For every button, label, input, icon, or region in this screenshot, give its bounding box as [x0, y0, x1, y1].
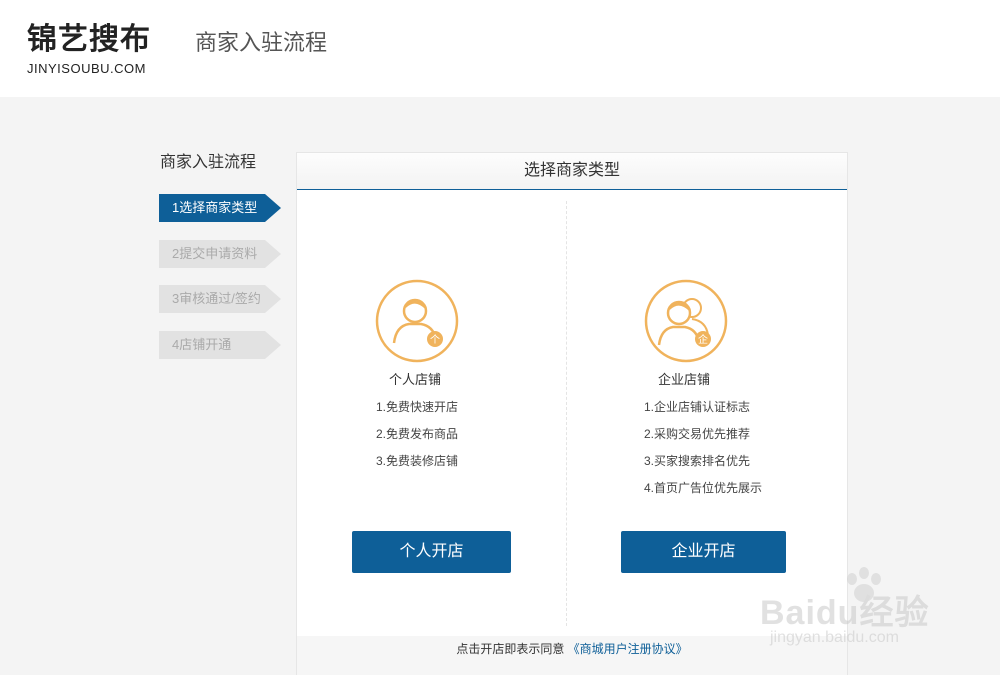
personal-user-icon: 个: [375, 279, 459, 363]
site-logo[interactable]: 锦艺搜布 JINYISOUBU.COM: [27, 22, 172, 80]
list-item: 3.买家搜索排名优先: [644, 454, 751, 468]
site-header: 锦艺搜布 JINYISOUBU.COM 商家入驻流程: [0, 0, 1000, 97]
agreement-text: 点击开店即表示同意: [456, 642, 565, 656]
baidu-jingyan-watermark: Baidu经验 jingyan.baidu.com: [760, 565, 960, 665]
list-item: 1.免费快速开店: [376, 400, 459, 414]
personal-badge: 个: [430, 334, 440, 346]
sidebar-title: 商家入驻流程: [160, 154, 257, 171]
personal-store-option: 个 个人店铺 1.免费快速开店 2.免费发布商品 3.免费装修店铺 个人开店: [297, 191, 565, 631]
logo-domain: JINYISOUBU.COM: [27, 61, 146, 76]
step-1-select-type: 1选择商家类型: [159, 194, 281, 222]
step-3-review-sign: 3审核通过/签约: [159, 285, 281, 313]
enterprise-users-icon: 企: [644, 279, 728, 363]
enterprise-store-title: 企业店铺: [658, 372, 711, 387]
list-item: 2.采购交易优先推荐: [644, 427, 751, 441]
list-item: 1.企业店铺认证标志: [644, 400, 751, 414]
list-item: 2.免费发布商品: [376, 427, 459, 441]
step-2-submit-info: 2提交申请资料: [159, 240, 281, 268]
personal-store-title: 个人店铺: [389, 372, 442, 387]
enterprise-badge: 企: [698, 333, 708, 346]
logo-text: 锦艺搜布: [27, 23, 151, 56]
panel-title: 选择商家类型: [297, 153, 847, 190]
list-item: 3.免费装修店铺: [376, 454, 459, 468]
page-title: 商家入驻流程: [195, 30, 328, 55]
enterprise-benefits-list: 1.企业店铺认证标志 2.采购交易优先推荐 3.买家搜索排名优先 4.首页广告位…: [644, 396, 762, 504]
list-item: 4.首页广告位优先展示: [644, 481, 763, 495]
watermark-domain: jingyan.baidu.com: [770, 629, 899, 646]
agreement-link[interactable]: 《商城用户注册协议》: [568, 642, 688, 656]
watermark-text: Baidu经验: [760, 594, 930, 632]
personal-open-store-button[interactable]: 个人开店: [352, 531, 511, 573]
personal-benefits-list: 1.免费快速开店 2.免费发布商品 3.免费装修店铺: [376, 396, 458, 477]
step-4-store-open: 4店铺开通: [159, 331, 281, 359]
